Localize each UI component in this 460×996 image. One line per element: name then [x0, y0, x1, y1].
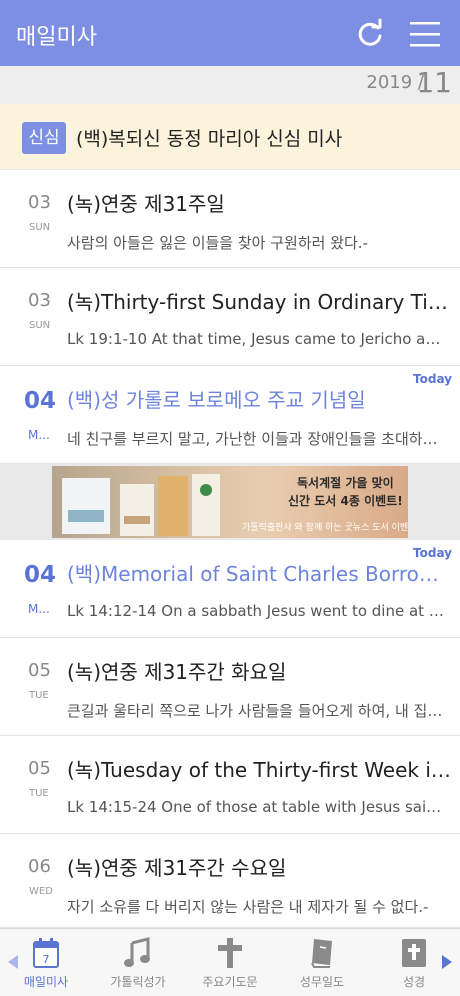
- entry-weekday: TUE: [29, 690, 49, 701]
- entry-subtitle: 자기 소유를 다 버리지 않는 사람은 내 제자가 될 수 없다.-: [67, 898, 429, 916]
- entry-day: 03: [28, 192, 51, 213]
- mass-list-item-today[interactable]: Today 04 M... (백)Memorial of Saint Charl…: [0, 540, 460, 638]
- entry-subtitle: 사람의 아들은 잃은 이들을 찾아 구원하러 왔다.-: [67, 234, 368, 252]
- entry-weekday: SUN: [29, 222, 51, 233]
- tab-liturgy-of-hours[interactable]: 성무일도: [286, 929, 358, 996]
- tab-label: 성무일도: [299, 975, 345, 989]
- mass-list-item[interactable]: 05 TUE (녹)Tuesday of the Thirty-first We…: [0, 736, 460, 834]
- month-header: 2019 / 11: [0, 66, 460, 104]
- entry-title: (녹)Thirty-first Sunday in Ordinary Time: [67, 290, 451, 314]
- cross-icon: [218, 938, 242, 968]
- scroll-right-arrow-icon[interactable]: [440, 953, 454, 971]
- menu-button[interactable]: [408, 18, 442, 50]
- bottom-tab-bar: 7 매일미사 가톨릭성가 주요기도문 성무일도 성경: [0, 928, 460, 996]
- mass-list-item[interactable]: 05 TUE (녹)연중 제31주간 화요일 큰길과 울타리 쪽으로 나가 사람…: [0, 638, 460, 736]
- devotion-mass-row[interactable]: 신심 (백)복되신 동정 마리아 신심 미사: [0, 104, 460, 170]
- entry-weekday: TUE: [29, 788, 49, 799]
- mass-list-item-today[interactable]: Today 04 M... (백)성 가롤로 보로메오 주교 기념일 네 친구를…: [0, 366, 460, 464]
- refresh-icon: [358, 18, 382, 46]
- tab-label: 성경: [402, 975, 426, 989]
- mass-list-item[interactable]: 03 SUN (녹)Thirty-first Sunday in Ordinar…: [0, 268, 460, 366]
- entry-subtitle: Lk 14:12-14 On a sabbath Jesus went to d…: [67, 602, 447, 620]
- entry-weekday: M...: [28, 602, 50, 616]
- tab-main-prayers[interactable]: 주요기도문: [194, 929, 266, 996]
- banner-headline: 독서계절 가을 맞이 신간 도서 4종 이벤트!: [288, 476, 403, 508]
- entry-title: (백)성 가롤로 보로메오 주교 기념일: [67, 388, 366, 412]
- calendar-icon: 7: [33, 938, 59, 968]
- entry-day: 05: [28, 660, 51, 681]
- mass-list-item[interactable]: 03 SUN (녹)연중 제31주일 사람의 아들은 잃은 이들을 찾아 구원하…: [0, 170, 460, 268]
- entry-title: (녹)연중 제31주간 수요일: [67, 856, 287, 880]
- entry-weekday: SUN: [29, 320, 51, 331]
- book-covers-image: [62, 474, 220, 536]
- book-event-banner[interactable]: 독서계절 가을 맞이 신간 도서 4종 이벤트! 가톨릭출판사 와 함께 하는 …: [52, 466, 408, 538]
- entry-subtitle: 큰길과 울타리 쪽으로 나가 사람들을 들어오게 하여, 내 집이 가득 차게 …: [67, 702, 447, 720]
- mass-list-item[interactable]: 06 WED (녹)연중 제31주간 수요일 자기 소유를 다 버리지 않는 사…: [0, 834, 460, 928]
- app-title: 매일미사: [16, 25, 97, 50]
- bible-icon: [402, 939, 426, 967]
- entry-day: 04: [24, 562, 57, 588]
- ad-banner-area: 독서계절 가을 맞이 신간 도서 4종 이벤트! 가톨릭출판사 와 함께 하는 …: [0, 464, 460, 540]
- tab-label: 매일미사: [23, 975, 69, 989]
- tab-catholic-hymns[interactable]: 가톨릭성가: [102, 929, 174, 996]
- entry-day: 03: [28, 290, 51, 311]
- tab-label: 가톨릭성가: [110, 975, 166, 989]
- top-bar: 매일미사: [0, 0, 460, 66]
- tab-daily-mass[interactable]: 7 매일미사: [10, 929, 82, 996]
- hamburger-menu-icon: [410, 22, 440, 47]
- tab-label: 주요기도문: [202, 975, 258, 989]
- banner-footer-text: 가톨릭출판사 와 함께 하는 굿뉴스 도서 이벤트: [242, 523, 408, 533]
- entry-weekday: WED: [29, 886, 53, 897]
- entry-title: (백)Memorial of Saint Charles Borromeo, B…: [67, 562, 451, 586]
- date-month: 11: [416, 66, 452, 99]
- music-note-icon: [124, 937, 150, 967]
- entry-day: 06: [28, 856, 51, 877]
- entry-title: (녹)연중 제31주일: [67, 192, 225, 216]
- entry-day: 05: [28, 758, 51, 779]
- entry-title: (녹)연중 제31주간 화요일: [67, 660, 287, 684]
- entry-subtitle: Lk 14:15-24 One of those at table with J…: [67, 798, 447, 816]
- devotion-mass-title: (백)복되신 동정 마리아 신심 미사: [76, 128, 343, 150]
- entry-subtitle: Lk 19:1-10 At that time, Jesus came to J…: [67, 330, 447, 348]
- prayer-book-icon: [311, 939, 332, 968]
- devotion-badge: 신심: [22, 122, 66, 154]
- entry-subtitle: 네 친구를 부르지 말고, 가난한 이들과 장애인들을 초대하여라.-: [67, 430, 447, 448]
- refresh-button[interactable]: [354, 18, 386, 50]
- date-year: 2019 /: [366, 72, 424, 93]
- entry-title: (녹)Tuesday of the Thirty-first Week in O…: [67, 758, 451, 782]
- svg-text:7: 7: [43, 953, 50, 966]
- entry-day: 04: [24, 388, 57, 414]
- entry-weekday: M...: [28, 428, 50, 442]
